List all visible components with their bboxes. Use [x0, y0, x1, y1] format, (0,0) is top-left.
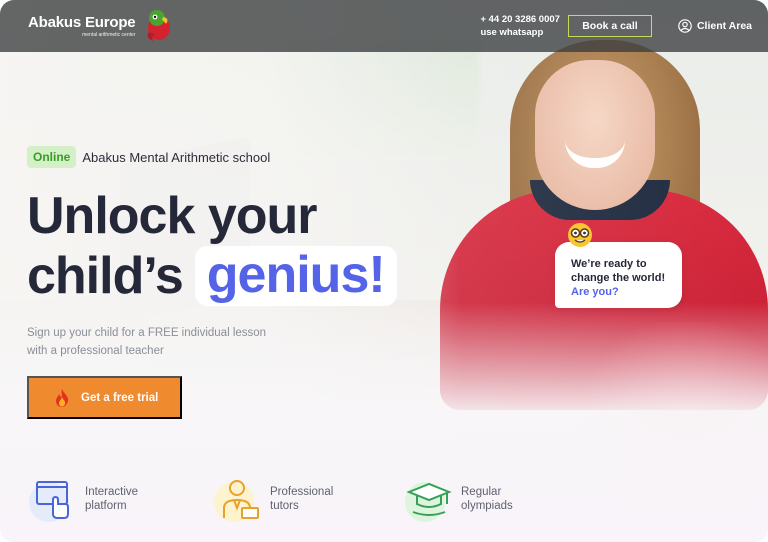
speech-bubble: We’re ready to change the world! Are you… — [555, 242, 682, 308]
landing-page: Abakus Europe mental arithmetic center +… — [0, 0, 768, 542]
online-badge: Online — [27, 146, 77, 168]
book-call-button[interactable]: Book a call — [567, 15, 652, 37]
tutor-icon — [214, 480, 259, 522]
feature-label-line-1: Regular — [461, 486, 502, 498]
headline-highlight: genius! — [194, 246, 397, 306]
parrot-logo-icon — [148, 10, 171, 41]
logo[interactable]: Abakus Europe mental arithmetic center — [28, 8, 175, 44]
client-area-label: Client Area — [696, 20, 752, 32]
graduation-cap-icon — [405, 482, 452, 522]
brand-subtitle: mental arithmetic center — [82, 32, 136, 38]
feature-label-line-1: Interactive — [85, 486, 139, 498]
free-trial-button[interactable]: Get a free trial — [27, 376, 182, 419]
feature-interactive-platform: Interactive platform — [27, 474, 165, 524]
site-header: Abakus Europe mental arithmetic center +… — [0, 0, 768, 52]
feature-professional-tutors: Professional tutors — [212, 474, 350, 524]
bubble-line-3: Are you? — [571, 286, 619, 298]
headline-line-1: Unlock your — [27, 187, 317, 245]
feature-label-line-2: tutors — [270, 500, 299, 512]
feature-regular-olympiads: Regular olympiads — [403, 474, 541, 524]
headline-line-2: child’s — [27, 247, 184, 305]
brand-name: Abakus Europe — [28, 14, 136, 31]
contact-info: + 44 20 3286 0007 use whatsapp — [480, 13, 560, 39]
hero-tagline: Online Abakus Mental Arithmetic school — [27, 146, 270, 168]
hero-subtitle: Sign up your child for a FREE individual… — [27, 327, 267, 357]
feature-label-line-2: olympiads — [461, 500, 513, 512]
nerd-face-emoji-icon — [568, 223, 592, 247]
whatsapp-link[interactable]: use whatsapp — [480, 26, 560, 39]
feature-label-line-2: platform — [85, 500, 127, 512]
free-trial-label: Get a free trial — [81, 391, 159, 404]
phone-number[interactable]: + 44 20 3286 0007 — [480, 13, 560, 26]
feature-label-line-1: Professional — [270, 486, 334, 498]
user-circle-icon — [678, 19, 692, 33]
school-name: Abakus Mental Arithmetic school — [82, 149, 271, 165]
hero-headline: Unlock your child’s genius! — [27, 186, 397, 306]
fire-icon — [56, 388, 69, 407]
interactive-platform-icon — [29, 481, 69, 522]
client-area-link[interactable]: Client Area — [678, 19, 752, 33]
bubble-line-2: change the world! — [571, 272, 666, 284]
bubble-line-1: We’re ready to — [571, 258, 647, 270]
